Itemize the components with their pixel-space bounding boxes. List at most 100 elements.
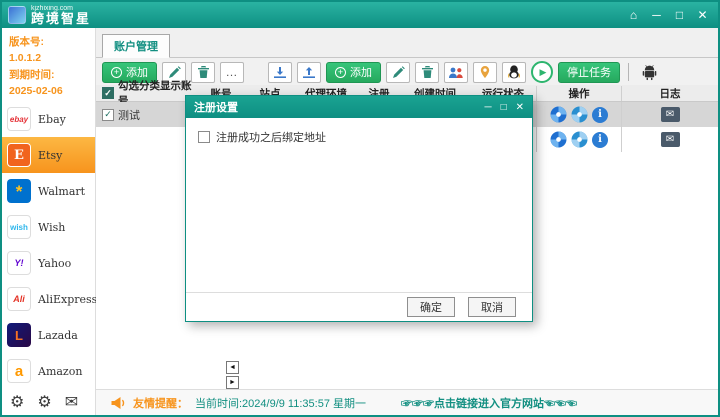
sidebar-tools: ⚙ ⚙ ✉ — [10, 392, 78, 412]
column-header-log: 日志 — [621, 85, 718, 101]
window-controls: ⌂ ─ □ ✕ — [624, 6, 712, 24]
etsy-icon: E — [7, 143, 31, 168]
import-button[interactable] — [268, 61, 292, 83]
main-area: 账户管理 + 添加 … + 添加 ▶ 停止任务 ✓ 勾选分类显示账号 账号 站点… — [96, 28, 718, 415]
browser-icon[interactable] — [550, 131, 567, 148]
yahoo-icon: Y! — [7, 251, 31, 276]
dialog-body: 注册成功之后绑定地址 — [186, 118, 532, 292]
megaphone-icon — [111, 396, 125, 409]
play-icon: ▶ — [539, 66, 547, 77]
qq-button[interactable] — [502, 61, 526, 83]
trash-icon — [421, 66, 433, 78]
accounts-users-button[interactable] — [444, 61, 468, 83]
sidebar-item-wish[interactable]: wish Wish — [2, 209, 95, 245]
log-mail-icon[interactable]: ✉ — [660, 107, 680, 122]
dialog-footer: 确定 取消 — [186, 292, 532, 321]
dialog-close-icon[interactable]: ✕ — [516, 102, 524, 113]
app-site-url: kjzhixing.com — [31, 4, 74, 12]
proxy-location-button[interactable] — [473, 61, 497, 83]
version-info: 版本号: 1.0.1.2 到期时间: 2025-02-06 — [2, 28, 95, 101]
plus-icon: + — [111, 66, 122, 78]
dialog-maximize-icon[interactable]: □ — [501, 102, 507, 113]
version-value: 1.0.1.2 — [9, 52, 42, 65]
browser-alt-icon[interactable] — [571, 131, 588, 148]
scroll-right-icon[interactable]: ► — [226, 376, 239, 389]
tab-strip: 账户管理 — [96, 28, 718, 58]
add-task-button[interactable]: + 添加 — [326, 61, 381, 83]
bind-address-checkbox[interactable] — [198, 131, 210, 143]
lazada-icon: L — [7, 323, 31, 348]
select-all-checkbox[interactable]: ✓ — [102, 87, 114, 99]
register-settings-dialog: 注册设置 ─ □ ✕ 注册成功之后绑定地址 确定 取消 — [185, 95, 533, 322]
android-button[interactable] — [637, 61, 661, 83]
dialog-title: 注册设置 — [194, 102, 238, 114]
close-icon[interactable]: ✕ — [693, 6, 712, 24]
sidebar-item-walmart[interactable]: * Walmart — [2, 173, 95, 209]
bind-address-option[interactable]: 注册成功之后绑定地址 — [198, 129, 520, 145]
more-actions-button[interactable]: … — [220, 61, 244, 83]
sidebar-item-etsy[interactable]: E Etsy — [2, 137, 95, 174]
app-logo-text: kjzhixing.com 跨境智星 — [31, 5, 91, 26]
settings-gear-icon[interactable]: ⚙ — [10, 392, 24, 412]
home-icon[interactable]: ⌂ — [624, 6, 643, 24]
mail-icon[interactable]: ✉ — [65, 392, 78, 412]
dialog-window-controls: ─ □ ✕ — [484, 102, 524, 113]
official-site-link[interactable]: ☞☞☞点击链接进入官方网站☜☜☜ — [401, 395, 577, 411]
maximize-icon[interactable]: □ — [670, 6, 689, 24]
version-label: 版本号: — [9, 36, 44, 48]
info-icon[interactable]: i — [592, 131, 608, 148]
stop-task-button[interactable]: 停止任务 — [558, 61, 620, 83]
pencil-icon — [392, 65, 405, 78]
sidebar-item-lazada[interactable]: L Lazada — [2, 317, 95, 353]
scroll-left-icon[interactable]: ◄ — [226, 361, 239, 374]
amazon-icon: a — [7, 359, 31, 384]
edit-task-button[interactable] — [386, 61, 410, 83]
ok-button[interactable]: 确定 — [407, 297, 455, 317]
aliexpress-icon: Ali — [7, 287, 31, 312]
ebay-icon: ebay — [7, 107, 31, 132]
bind-address-label: 注册成功之后绑定地址 — [216, 132, 326, 144]
location-pin-icon — [480, 66, 490, 78]
log-mail-icon[interactable]: ✉ — [660, 132, 680, 147]
sidebar-item-label: Yahoo — [38, 256, 72, 270]
status-bar: 友情提醒： 当前时间:2024/9/9 11:35:57 星期一 ☞☞☞点击链接… — [96, 389, 718, 415]
penguin-icon — [508, 65, 520, 79]
scroll-arrows: ◄ ► — [226, 361, 239, 389]
trash-icon — [197, 66, 209, 78]
sidebar-item-amazon[interactable]: a Amazon — [2, 353, 95, 389]
sidebar-item-label: Lazada — [38, 328, 78, 342]
sidebar-item-label: Amazon — [38, 364, 83, 378]
dialog-minimize-icon[interactable]: ─ — [484, 102, 491, 113]
wish-icon: wish — [7, 215, 31, 240]
minimize-icon[interactable]: ─ — [647, 6, 666, 24]
browser-alt-icon[interactable] — [571, 106, 588, 123]
delete-task-button[interactable] — [415, 61, 439, 83]
start-task-button[interactable]: ▶ — [531, 61, 553, 83]
plus-icon: + — [335, 66, 346, 78]
browser-icon[interactable] — [550, 106, 567, 123]
android-icon — [642, 64, 656, 80]
column-header-operations: 操作 — [536, 85, 621, 101]
system-gear-icon[interactable]: ⚙ — [37, 392, 51, 412]
tab-account-management[interactable]: 账户管理 — [102, 34, 170, 58]
sidebar-item-label: Walmart — [38, 184, 86, 198]
info-icon[interactable]: i — [592, 106, 608, 123]
export-button[interactable] — [297, 61, 321, 83]
app-window: kjzhixing.com 跨境智星 ⌂ ─ □ ✕ 版本号: 1.0.1.2 … — [0, 0, 720, 417]
expire-value: 2025-02-06 — [9, 84, 63, 97]
users-icon — [449, 67, 463, 78]
sidebar-item-label: Wish — [38, 220, 66, 234]
dialog-titlebar[interactable]: 注册设置 ─ □ ✕ — [186, 96, 532, 118]
sidebar-item-yahoo[interactable]: Y! Yahoo — [2, 245, 95, 281]
app-logo-icon — [8, 6, 26, 24]
sidebar-item-aliexpress[interactable]: Ali AliExpress — [2, 281, 97, 317]
sidebar-item-ebay[interactable]: ebay Ebay — [2, 101, 95, 137]
walmart-icon: * — [7, 179, 31, 204]
app-title: 跨境智星 — [31, 10, 92, 26]
row-account-name: 测试 — [118, 109, 140, 122]
reminder-label: 友情提醒： — [133, 397, 188, 410]
sidebar-item-label: Etsy — [38, 148, 63, 162]
cancel-button[interactable]: 取消 — [468, 297, 516, 317]
row-checkbox[interactable]: ✓ — [102, 108, 114, 121]
pencil-icon — [168, 65, 181, 78]
